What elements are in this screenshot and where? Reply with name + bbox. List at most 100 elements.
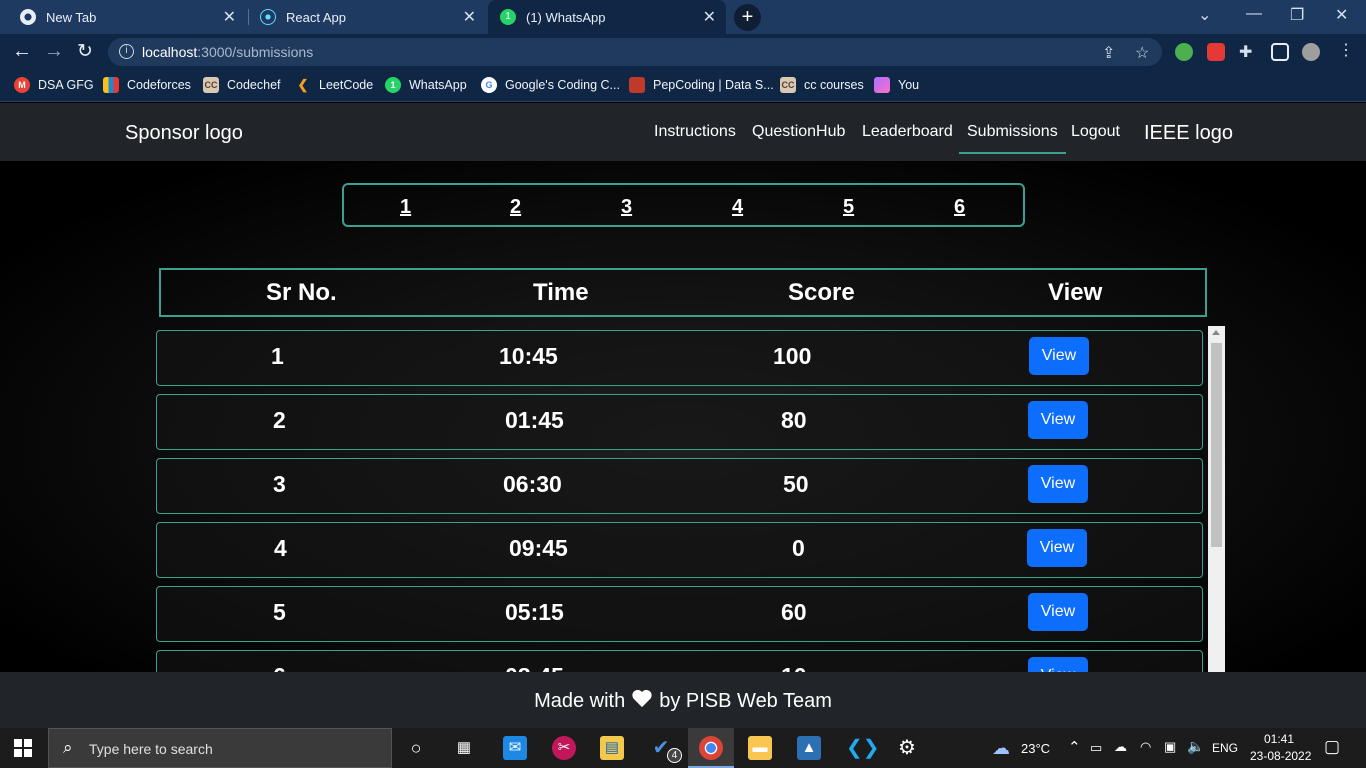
bookmark-codechef[interactable]: CC Codechef: [203, 77, 281, 93]
bookmark-whatsapp[interactable]: 1 WhatsApp: [385, 77, 467, 93]
back-icon[interactable]: ←: [12, 40, 32, 63]
store-icon[interactable]: ▤: [600, 736, 624, 760]
clock-date[interactable]: 23-08-2022: [1250, 749, 1311, 763]
close-icon[interactable]: ✕: [463, 7, 476, 27]
chevron-down-icon[interactable]: ⌄: [1198, 5, 1211, 25]
taskbar-search[interactable]: ⌕ Type here to search: [48, 728, 392, 768]
heart-icon: [631, 689, 653, 714]
view-button[interactable]: View: [1028, 465, 1088, 503]
profile-avatar[interactable]: [1302, 43, 1320, 61]
extension-green-icon[interactable]: [1175, 43, 1193, 61]
sponsor-logo[interactable]: Sponsor logo: [125, 122, 243, 145]
close-icon[interactable]: ✕: [223, 7, 236, 27]
minimize-icon[interactable]: —: [1246, 5, 1262, 23]
list-scrollbar[interactable]: [1208, 326, 1225, 672]
profile-icon: [874, 77, 890, 93]
ieee-logo[interactable]: IEEE logo: [1144, 122, 1233, 145]
notification-icon[interactable]: ▢: [1324, 737, 1340, 757]
nav-logout[interactable]: Logout: [1071, 123, 1120, 141]
window-close-icon[interactable]: ✕: [1335, 5, 1348, 25]
battery-icon[interactable]: ▭: [1090, 740, 1102, 756]
restore-icon[interactable]: ❐: [1290, 5, 1304, 25]
page-link-5[interactable]: 5: [843, 196, 854, 219]
tab-label: New Tab: [46, 9, 97, 25]
photos-icon[interactable]: ▲: [797, 736, 821, 760]
cell-score: 50: [783, 471, 809, 497]
page-link-2[interactable]: 2: [510, 196, 521, 219]
cell-sr-no: 1: [271, 343, 284, 369]
bookmark-label: LeetCode: [319, 78, 374, 92]
bookmark-label: Google's Coding C...: [505, 78, 620, 92]
snip-tool-icon[interactable]: ✂: [552, 736, 576, 760]
share-icon[interactable]: ⇪: [1102, 43, 1115, 63]
extensions-puzzle-icon[interactable]: ✚: [1239, 42, 1252, 62]
bookmark-codeforces[interactable]: Codeforces: [103, 77, 191, 93]
header-score: Score: [788, 279, 855, 306]
new-tab-button[interactable]: +: [734, 4, 761, 31]
extension-red-icon[interactable]: [1207, 43, 1225, 61]
cortana-icon[interactable]: ○: [404, 736, 428, 760]
side-panel-icon[interactable]: [1271, 43, 1289, 61]
footer-prefix: Made with: [534, 690, 626, 712]
footer-credit: Made with by PISB Web Team: [534, 689, 832, 714]
table-row: 1 10:45 100 View: [156, 330, 1203, 386]
windows-start-icon[interactable]: [14, 739, 32, 757]
bookmark-cc-courses[interactable]: CC cc courses: [780, 77, 864, 93]
url-path: :3000/submissions: [197, 44, 314, 60]
nav-questionhub[interactable]: QuestionHub: [752, 123, 845, 141]
reload-icon[interactable]: ↻: [77, 40, 93, 63]
page-link-6[interactable]: 6: [954, 196, 965, 219]
url-text: localhost:3000/submissions: [142, 44, 313, 60]
meet-now-icon[interactable]: ▣: [1164, 739, 1176, 755]
page-link-4[interactable]: 4: [732, 196, 743, 219]
tab-whatsapp[interactable]: 1 (1) WhatsApp ✕: [488, 0, 726, 34]
view-button[interactable]: View: [1028, 593, 1088, 631]
tab-react-app[interactable]: React App ✕: [248, 0, 486, 34]
view-button[interactable]: View: [1027, 529, 1087, 567]
clock-time[interactable]: 01:41: [1264, 732, 1294, 746]
language-indicator[interactable]: ENG: [1212, 741, 1238, 755]
weather-temp[interactable]: 23°C: [1021, 741, 1050, 756]
header-view: View: [1048, 279, 1103, 306]
onedrive-icon[interactable]: ☁: [1114, 739, 1127, 755]
task-view-icon[interactable]: ▦: [452, 736, 476, 760]
scroll-up-arrow-icon[interactable]: [1212, 330, 1220, 335]
bookmark-dsa-gfg[interactable]: M DSA GFG: [14, 77, 94, 93]
nav-leaderboard[interactable]: Leaderboard: [862, 123, 953, 141]
scrollbar-thumb[interactable]: [1211, 343, 1222, 547]
site-info-icon[interactable]: i: [119, 44, 134, 59]
react-icon: [260, 9, 276, 25]
view-button[interactable]: View: [1028, 401, 1088, 439]
vscode-icon[interactable]: ❮❯: [846, 736, 880, 760]
file-explorer-icon[interactable]: ▬: [748, 736, 772, 760]
cell-score: 80: [781, 407, 807, 433]
tab-label: (1) WhatsApp: [526, 9, 606, 25]
bookmark-star-icon[interactable]: ☆: [1135, 43, 1149, 63]
tab-new-tab[interactable]: New Tab ✕: [8, 0, 246, 34]
submissions-page: 1 2 3 4 5 6 Sr No. Time Score View 1 10:…: [0, 161, 1366, 672]
nav-submissions[interactable]: Submissions: [959, 123, 1066, 154]
pepcoding-icon: [629, 77, 645, 93]
page-link-3[interactable]: 3: [621, 196, 632, 219]
bookmark-you[interactable]: You: [874, 77, 919, 93]
cell-score: 10: [781, 663, 807, 672]
forward-icon[interactable]: →: [44, 40, 64, 63]
view-button[interactable]: View: [1028, 657, 1088, 672]
volume-icon[interactable]: 🔈: [1187, 738, 1204, 755]
weather-cloud-icon[interactable]: ☁: [989, 736, 1013, 760]
close-icon[interactable]: ✕: [703, 7, 716, 27]
menu-kebab-icon[interactable]: ⋮: [1338, 40, 1354, 60]
bookmark-google-coding[interactable]: G Google's Coding C...: [481, 77, 620, 93]
bookmark-leetcode[interactable]: ❮ LeetCode: [295, 77, 374, 93]
wifi-icon[interactable]: ◠: [1140, 739, 1151, 755]
mail-icon[interactable]: ✉: [503, 736, 527, 760]
settings-gear-icon[interactable]: ⚙: [895, 736, 919, 760]
view-button[interactable]: View: [1029, 337, 1089, 375]
nav-instructions[interactable]: Instructions: [654, 123, 736, 141]
chrome-icon: [20, 9, 36, 25]
submissions-list[interactable]: 1 10:45 100 View 2 01:45 80 View 3 06:30…: [155, 326, 1225, 672]
page-link-1[interactable]: 1: [400, 196, 411, 219]
address-bar[interactable]: i localhost:3000/submissions ⇪ ☆: [108, 38, 1162, 66]
chevron-up-icon[interactable]: ⌃: [1068, 738, 1081, 756]
bookmark-pepcoding[interactable]: PepCoding | Data S...: [629, 77, 774, 93]
